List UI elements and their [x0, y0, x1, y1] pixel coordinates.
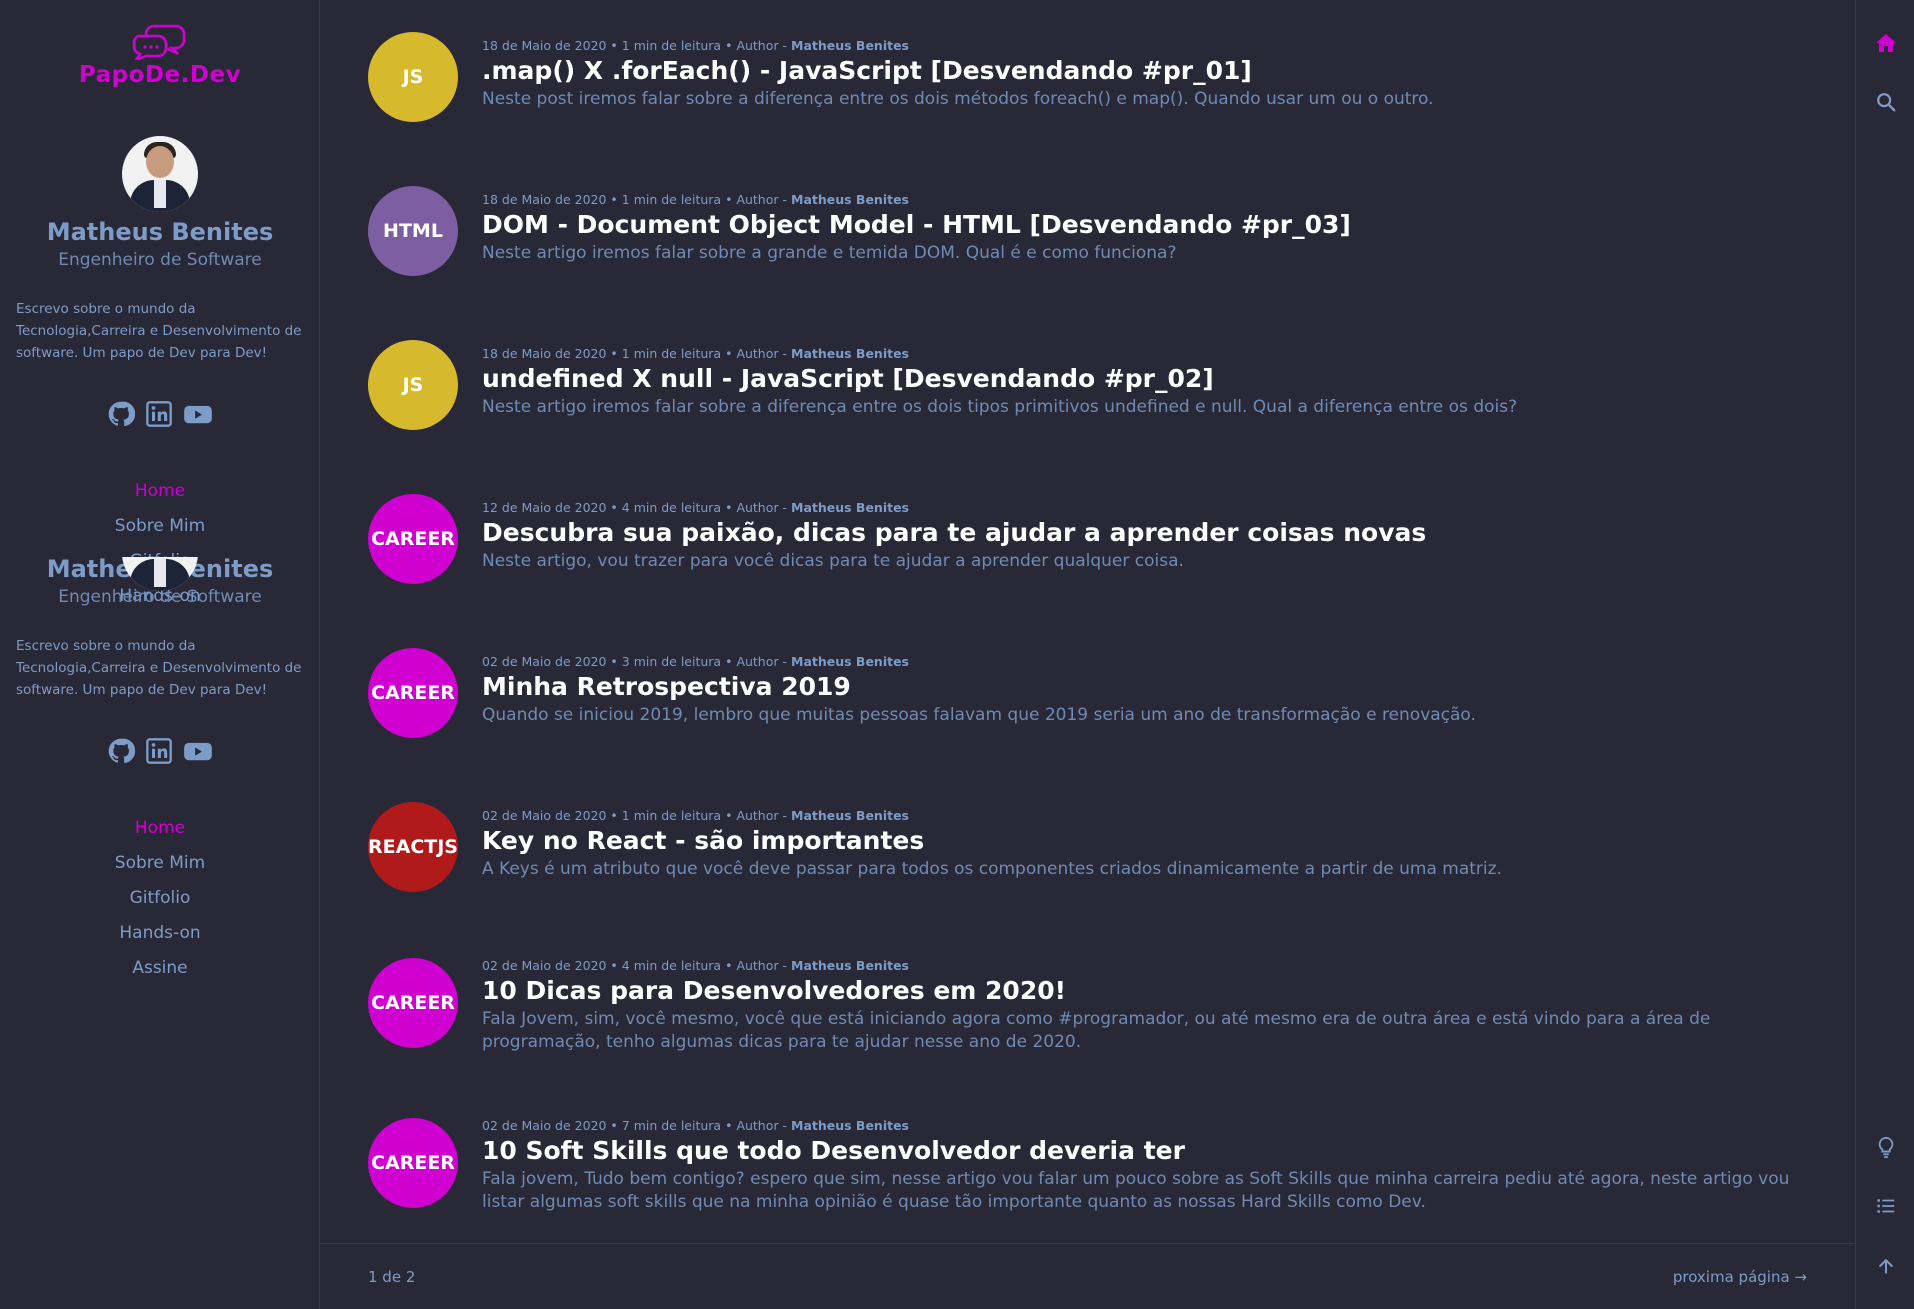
right-toolbar [1855, 0, 1914, 1309]
profile-block-duplicate: Matheus Benites Engenheiro de Software E… [0, 555, 319, 986]
post-meta: 18 de Maio de 2020 • 1 min de leitura • … [482, 346, 909, 361]
linkedin-icon[interactable] [145, 400, 173, 432]
post-meta: 02 de Maio de 2020 • 1 min de leitura • … [482, 808, 909, 823]
post-tag-badge[interactable]: CAREER [368, 1118, 458, 1208]
github-icon[interactable] [107, 737, 136, 769]
post-description: Neste artigo, vou trazer para você dicas… [482, 551, 1184, 571]
post-tag-badge[interactable]: REACTJS [368, 802, 458, 892]
pagination: 1 de 2 proxima página → [320, 1243, 1855, 1309]
post-title[interactable]: 10 Soft Skills que todo Desenvolvedor de… [482, 1135, 1827, 1167]
youtube-icon[interactable] [183, 400, 213, 432]
nav-gitfolio[interactable]: Gitfolio [0, 881, 319, 916]
nav-assine[interactable]: Assine [0, 951, 319, 986]
post-description: Fala jovem, Tudo bem contigo? espero que… [482, 1169, 1790, 1212]
avatar[interactable] [122, 136, 198, 212]
youtube-icon[interactable] [183, 737, 213, 769]
post-meta: 12 de Maio de 2020 • 4 min de leitura • … [482, 500, 909, 515]
list-icon[interactable] [1873, 1193, 1899, 1219]
post-title[interactable]: undefined X null - JavaScript [Desvendan… [482, 363, 1827, 395]
author-description: Escrevo sobre o mundo da Tecnologia,Carr… [16, 301, 302, 361]
linkedin-icon[interactable] [145, 737, 173, 769]
nav-home[interactable]: Home [0, 474, 319, 509]
sidebar-nav-duplicate: Home Sobre Mim Gitfolio Hands-on Assine [0, 811, 319, 986]
nav-home[interactable]: Home [0, 811, 319, 846]
github-icon[interactable] [107, 400, 136, 432]
brand-logo[interactable]: PapoDe.Dev [0, 22, 319, 88]
post-tag-badge[interactable]: HTML [368, 186, 458, 276]
search-icon[interactable] [1873, 89, 1899, 115]
sidebar: PapoDe.Dev Matheus Benites Engenheiro de… [0, 0, 320, 1309]
author-position: Engenheiro de Software [58, 250, 262, 270]
post-meta: 18 de Maio de 2020 • 1 min de leitura • … [482, 192, 909, 207]
lightbulb-icon[interactable] [1873, 1134, 1899, 1160]
post-tag-badge[interactable]: JS [368, 340, 458, 430]
next-page-link[interactable]: proxima página → [1673, 1268, 1807, 1286]
post-description: Fala Jovem, sim, você mesmo, você que es… [482, 1009, 1711, 1052]
social-links-duplicate [0, 737, 319, 769]
post-list: JS 18 de Maio de 2020 • 1 min de leitura… [320, 0, 1855, 1309]
post-title[interactable]: DOM - Document Object Model - HTML [Desv… [482, 209, 1827, 241]
post-description: Neste artigo iremos falar sobre a difere… [482, 397, 1518, 417]
nav-hands-on[interactable]: Hands-on [0, 916, 319, 951]
post-title[interactable]: 10 Dicas para Desenvolvedores em 2020! [482, 975, 1827, 1007]
chat-bubbles-icon [132, 24, 186, 60]
post-title[interactable]: Minha Retrospectiva 2019 [482, 671, 1827, 703]
post-description: Quando se iniciou 2019, lembro que muita… [482, 705, 1476, 725]
brand-name: PapoDe.Dev [78, 62, 242, 88]
arrow-up-icon[interactable] [1873, 1253, 1899, 1279]
post-tag-badge[interactable]: CAREER [368, 494, 458, 584]
post-meta: 02 de Maio de 2020 • 4 min de leitura • … [482, 958, 909, 973]
post-tag-badge[interactable]: CAREER [368, 648, 458, 738]
post-meta: 18 de Maio de 2020 • 1 min de leitura • … [482, 38, 909, 53]
social-links [0, 400, 319, 432]
post-description: Neste post iremos falar sobre a diferenç… [482, 89, 1434, 109]
post-title[interactable]: Descubra sua paixão, dicas para te ajuda… [482, 517, 1827, 549]
nav-sobre-mim[interactable]: Sobre Mim [0, 509, 319, 544]
home-icon[interactable] [1873, 30, 1899, 56]
post-meta: 02 de Maio de 2020 • 3 min de leitura • … [482, 654, 909, 669]
post-tag-badge[interactable]: JS [368, 32, 458, 122]
page-count: 1 de 2 [368, 1268, 416, 1286]
post-meta: 02 de Maio de 2020 • 7 min de leitura • … [482, 1118, 909, 1133]
post-title[interactable]: .map() X .forEach() - JavaScript [Desven… [482, 55, 1827, 87]
post-description: Neste artigo iremos falar sobre a grande… [482, 243, 1177, 263]
author-description-duplicate: Escrevo sobre o mundo da Tecnologia,Carr… [16, 638, 302, 698]
profile-block: Matheus Benites Engenheiro de Software E… [0, 136, 319, 614]
post-title[interactable]: Key no React - são importantes [482, 825, 1827, 857]
author-name[interactable]: Matheus Benites [0, 218, 319, 246]
post-tag-badge[interactable]: CAREER [368, 958, 458, 1048]
post-description: A Keys é um atributo que você deve passa… [482, 859, 1502, 879]
nav-sobre-mim[interactable]: Sobre Mim [0, 846, 319, 881]
